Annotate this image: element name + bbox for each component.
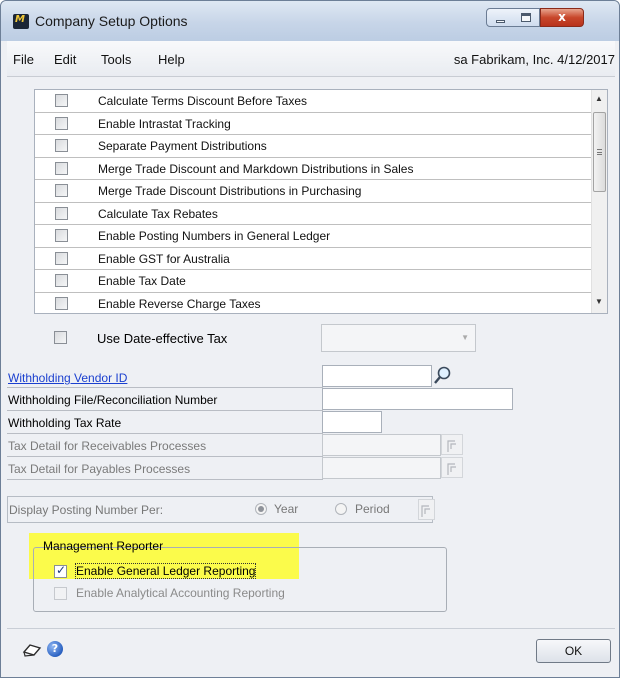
lookup-button[interactable] bbox=[432, 365, 454, 386]
option-checkbox[interactable] bbox=[55, 94, 68, 107]
magnifier-icon bbox=[434, 366, 451, 384]
chevron-down-icon: ▼ bbox=[461, 333, 469, 342]
date-effective-tax-label: Use Date-effective Tax bbox=[97, 331, 228, 346]
receivables-lookup-button bbox=[441, 434, 463, 455]
withholding-vendor-id-input[interactable] bbox=[322, 365, 432, 387]
help-icon[interactable]: ? bbox=[47, 641, 63, 657]
option-label: Separate Payment Distributions bbox=[98, 139, 267, 153]
gl-reporting-checkbox[interactable] bbox=[54, 563, 67, 578]
list-item[interactable]: Enable Posting Numbers in General Ledger bbox=[35, 225, 593, 248]
divider bbox=[7, 456, 323, 457]
minimize-button[interactable] bbox=[486, 8, 514, 27]
user-company-date: sa Fabrikam, Inc. 4/12/2017 bbox=[453, 52, 615, 67]
receivables-tax-detail-input bbox=[322, 434, 441, 456]
expansion-icon bbox=[421, 505, 430, 517]
option-label: Enable Intrastat Tracking bbox=[98, 116, 231, 131]
company-setup-options-window: M Company Setup Options x File Edit Tool… bbox=[0, 0, 620, 678]
posting-number-group: Display Posting Number Per: Year Period bbox=[7, 496, 435, 523]
payables-lookup-button bbox=[441, 457, 463, 478]
scrollbar-thumb[interactable] bbox=[593, 112, 606, 192]
title-bar[interactable]: M Company Setup Options x bbox=[1, 1, 619, 41]
list-item[interactable]: Merge Trade Discount Distributions in Pu… bbox=[35, 180, 593, 203]
app-logo-icon: M bbox=[13, 14, 29, 29]
period-radio-label: Period bbox=[355, 502, 390, 516]
date-effective-tax-checkbox[interactable] bbox=[54, 331, 67, 344]
aa-reporting-checkbox bbox=[54, 587, 67, 600]
management-reporter-group bbox=[33, 547, 447, 612]
menu-edit[interactable]: Edit bbox=[54, 52, 76, 67]
option-checkbox[interactable] bbox=[55, 251, 68, 265]
menu-file[interactable]: File bbox=[13, 52, 34, 67]
option-label: Enable Reverse Charge Taxes bbox=[98, 296, 261, 311]
year-radio bbox=[255, 503, 267, 515]
option-label: Merge Trade Discount Distributions in Pu… bbox=[98, 184, 362, 198]
list-item[interactable]: Separate Payment Distributions bbox=[35, 135, 593, 158]
scroll-down-icon[interactable]: ▼ bbox=[595, 297, 603, 306]
maximize-button[interactable] bbox=[513, 8, 540, 27]
gl-reporting-label[interactable]: Enable General Ledger Reporting bbox=[74, 563, 257, 579]
option-label: Enable Tax Date bbox=[98, 274, 186, 288]
payables-tax-detail-input bbox=[322, 457, 441, 479]
withholding-tax-rate-label: Withholding Tax Rate bbox=[8, 416, 122, 430]
expansion-icon bbox=[447, 463, 456, 475]
menu-bar: File Edit Tools Help sa Fabrikam, Inc. 4… bbox=[7, 41, 615, 77]
period-radio bbox=[335, 503, 347, 515]
scroll-up-icon[interactable]: ▲ bbox=[595, 94, 603, 103]
option-checkbox[interactable] bbox=[55, 184, 68, 197]
divider bbox=[7, 479, 323, 480]
window-title: Company Setup Options bbox=[35, 13, 188, 29]
expansion-icon bbox=[447, 440, 456, 452]
option-checkbox[interactable] bbox=[55, 139, 68, 152]
withholding-file-number-input[interactable] bbox=[322, 388, 513, 410]
option-label: Calculate Terms Discount Before Taxes bbox=[98, 94, 307, 108]
management-reporter-title: Management Reporter bbox=[43, 539, 164, 553]
option-label: Merge Trade Discount and Markdown Distri… bbox=[98, 161, 414, 176]
options-scrollbar[interactable]: ▲ ▼ bbox=[591, 90, 607, 313]
withholding-vendor-id-link[interactable]: Withholding Vendor ID bbox=[8, 371, 127, 385]
option-checkbox[interactable] bbox=[55, 116, 68, 130]
aa-reporting-label: Enable Analytical Accounting Reporting bbox=[76, 586, 285, 600]
close-button[interactable]: x bbox=[540, 8, 584, 27]
list-item[interactable]: Enable Tax Date bbox=[35, 270, 593, 293]
divider bbox=[7, 410, 323, 411]
date-effective-tax-select[interactable]: ▼ bbox=[321, 324, 476, 352]
divider bbox=[7, 387, 323, 388]
list-item[interactable]: Enable GST for Australia bbox=[35, 248, 593, 270]
menu-tools[interactable]: Tools bbox=[101, 52, 131, 67]
withholding-tax-rate-input[interactable] bbox=[322, 411, 382, 433]
list-item[interactable]: Enable Intrastat Tracking bbox=[35, 113, 593, 135]
maximize-icon bbox=[521, 13, 531, 22]
note-icon[interactable] bbox=[21, 641, 43, 659]
divider bbox=[7, 628, 615, 629]
list-item[interactable]: Calculate Tax Rebates bbox=[35, 203, 593, 225]
posting-lookup-button bbox=[418, 499, 435, 520]
list-item[interactable]: Calculate Terms Discount Before Taxes bbox=[35, 90, 593, 113]
option-checkbox[interactable] bbox=[55, 206, 68, 220]
withholding-file-number-label: Withholding File/Reconciliation Number bbox=[8, 393, 218, 407]
divider bbox=[7, 433, 323, 434]
receivables-tax-detail-label: Tax Detail for Receivables Processes bbox=[8, 439, 207, 453]
option-checkbox[interactable] bbox=[55, 161, 68, 175]
options-list: Calculate Terms Discount Before Taxes En… bbox=[34, 89, 608, 314]
option-label: Calculate Tax Rebates bbox=[98, 206, 218, 221]
option-checkbox[interactable] bbox=[55, 229, 68, 242]
grip-icon bbox=[597, 149, 602, 155]
year-radio-label: Year bbox=[274, 502, 299, 516]
close-icon: x bbox=[558, 10, 566, 24]
list-item[interactable]: Merge Trade Discount and Markdown Distri… bbox=[35, 158, 593, 180]
option-checkbox[interactable] bbox=[55, 296, 68, 310]
menu-help[interactable]: Help bbox=[158, 52, 185, 67]
option-label: Enable GST for Australia bbox=[98, 251, 230, 266]
option-checkbox[interactable] bbox=[55, 274, 68, 287]
option-label: Enable Posting Numbers in General Ledger bbox=[98, 229, 331, 243]
payables-tax-detail-label: Tax Detail for Payables Processes bbox=[8, 462, 191, 476]
list-item[interactable]: Enable Reverse Charge Taxes bbox=[35, 293, 593, 316]
minimize-icon bbox=[496, 20, 505, 23]
ok-button[interactable]: OK bbox=[536, 639, 611, 663]
posting-number-label: Display Posting Number Per: bbox=[9, 503, 164, 517]
